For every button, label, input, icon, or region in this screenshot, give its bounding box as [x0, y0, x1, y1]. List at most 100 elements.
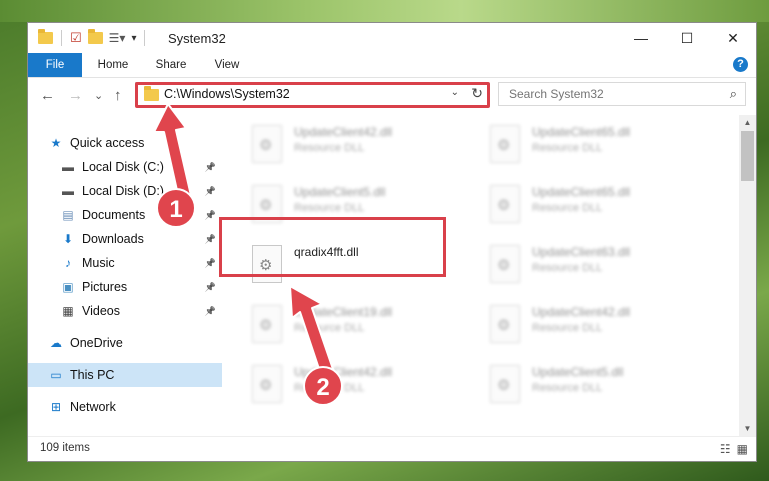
chevron-down-icon[interactable]: ⌄ — [451, 87, 459, 98]
dll-file-icon — [490, 185, 520, 223]
file-type: Resource DLL — [532, 142, 603, 154]
sidebar-item-label: Videos — [82, 304, 120, 318]
sidebar-item[interactable]: ☁ OneDrive — [28, 331, 222, 355]
window-title: System32 — [168, 31, 226, 46]
back-arrow-icon[interactable]: ← — [40, 87, 55, 104]
file-item[interactable]: UpdateClient5.dll Resource DLL — [244, 181, 454, 231]
sidebar-item-label: Pictures — [82, 280, 128, 294]
dll-file-icon — [252, 185, 282, 223]
dll-file-icon — [490, 305, 520, 343]
divider — [61, 30, 62, 46]
search-input[interactable] — [507, 86, 711, 102]
search-box[interactable]: ⌕ — [498, 82, 746, 106]
file-type: Resource DLL — [532, 382, 603, 394]
search-icon[interactable]: ⌕ — [730, 86, 737, 102]
sidebar-item[interactable]: ▣ Pictures 📌 — [28, 275, 222, 299]
sidebar-item[interactable]: ⊞ Network — [28, 395, 222, 419]
pin-icon[interactable]: 📌 — [205, 258, 216, 269]
sidebar-item-label: Local Disk (C:) — [82, 160, 164, 174]
address-bar[interactable]: C:\Windows\System32 ⌄ ↻ — [135, 82, 488, 106]
computer-icon: ▭ — [50, 368, 62, 382]
navigation-bar: ← → ⌄ ↑ C:\Windows\System32 ⌄ ↻ ⌕ — [28, 78, 756, 114]
sidebar-item[interactable]: ▭ This PC — [28, 363, 222, 387]
dll-file-icon — [252, 125, 282, 163]
close-button[interactable]: ✕ — [710, 23, 756, 53]
dll-file-icon — [490, 245, 520, 283]
video-icon: ▦ — [62, 304, 74, 318]
file-item[interactable]: UpdateClient65.dll Resource DLL — [482, 181, 692, 231]
pin-icon[interactable]: 📌 — [205, 306, 216, 317]
file-type: Resource DLL — [294, 202, 365, 214]
sidebar-item-label: OneDrive — [70, 336, 123, 350]
dll-file-icon — [490, 125, 520, 163]
file-item[interactable]: UpdateClient19.dll Resource DLL — [244, 301, 454, 351]
divider — [144, 30, 146, 46]
recent-locations-icon[interactable]: ⌄ — [94, 89, 103, 102]
scroll-up-icon[interactable]: ▲ — [739, 115, 756, 131]
pin-icon[interactable]: 📌 — [205, 210, 216, 221]
callout-badge-2: 2 — [303, 366, 343, 406]
tab-file[interactable]: File — [28, 53, 82, 77]
pin-icon[interactable]: 📌 — [205, 162, 216, 173]
file-item[interactable]: UpdateClient42.dllResource DLL — [482, 301, 692, 351]
sidebar-item[interactable]: ⬇ Downloads 📌 — [28, 227, 222, 251]
pin-icon[interactable]: 📌 — [205, 282, 216, 293]
large-icons-view-icon[interactable]: ▦ — [737, 442, 748, 456]
drive-icon: ▬ — [62, 184, 74, 198]
star-icon: ★ — [50, 136, 62, 150]
file-item[interactable]: UpdateClient42.dllResource DLL — [244, 361, 454, 411]
sidebar-item[interactable]: ▬ Local Disk (C:) 📌 — [28, 155, 222, 179]
sidebar-item[interactable]: ★ Quick access — [28, 131, 222, 155]
dll-file-icon — [252, 305, 282, 343]
customize-toolbar-icon[interactable]: ☰▾ — [109, 31, 126, 45]
scroll-thumb[interactable] — [741, 131, 754, 181]
navigation-pane: ★ Quick access ▬ Local Disk (C:) 📌 ▬ Local Dis… — [28, 115, 222, 433]
file-name: UpdateClient65.dll — [532, 125, 631, 139]
tab-view[interactable]: View — [204, 53, 250, 77]
pin-icon[interactable]: 📌 — [205, 186, 216, 197]
document-icon: ▤ — [62, 208, 74, 222]
file-name: UpdateClient65.dll — [532, 185, 631, 199]
desktop-background — [0, 0, 769, 22]
file-item[interactable]: UpdateClient42.dll Resource DLL — [244, 121, 454, 171]
maximize-button[interactable]: ☐ — [664, 23, 710, 53]
sidebar-item-label: Music — [82, 256, 115, 270]
new-folder-icon[interactable] — [87, 29, 103, 44]
tab-share[interactable]: Share — [148, 53, 194, 77]
details-view-icon[interactable]: ☷ — [720, 442, 731, 456]
sidebar-item-label: Network — [70, 400, 116, 414]
sidebar-item[interactable]: ▦ Videos 📌 — [28, 299, 222, 323]
quick-access-toolbar: ☑ ☰▾ ▾ — [38, 29, 147, 46]
minimize-button[interactable]: — — [618, 23, 664, 53]
vertical-scrollbar[interactable]: ▲ ▼ — [739, 115, 756, 437]
network-icon: ⊞ — [50, 400, 62, 414]
properties-icon[interactable]: ☑ — [70, 30, 82, 46]
file-item[interactable]: UpdateClient5.dll Resource DLL — [482, 361, 692, 411]
file-name: UpdateClient42.dll — [532, 305, 631, 319]
forward-arrow-icon[interactable]: → — [68, 87, 83, 104]
window-controls: — ☐ ✕ — [618, 23, 756, 53]
sidebar-item-label: Documents — [82, 208, 146, 222]
file-item-target[interactable]: qradix4fft.dll — [244, 241, 454, 291]
address-path[interactable]: C:\Windows\System32 — [164, 87, 290, 101]
item-count: 109 items — [40, 442, 90, 454]
picture-icon: ▣ — [62, 280, 74, 294]
up-arrow-icon[interactable]: ↑ — [114, 87, 122, 104]
title-bar: ☑ ☰▾ ▾ System32 — ☐ ✕ — [28, 23, 756, 53]
callout-badge-1: 1 — [156, 188, 196, 228]
file-name: UpdateClient42.dll — [294, 125, 393, 139]
tab-home[interactable]: Home — [90, 53, 136, 77]
help-icon[interactable]: ? — [733, 57, 748, 72]
file-type: Resource DLL — [294, 142, 365, 154]
file-type: Resource DLL — [532, 202, 603, 214]
refresh-icon[interactable]: ↻ — [471, 85, 483, 102]
file-name: UpdateClient5.dll — [294, 185, 386, 199]
pin-icon[interactable]: 📌 — [205, 234, 216, 245]
file-item[interactable]: UpdateClient63.dll Resource DLL — [482, 241, 692, 291]
scroll-down-icon[interactable]: ▼ — [739, 421, 756, 437]
sidebar-item[interactable]: ♪ Music 📌 — [28, 251, 222, 275]
dll-file-icon — [252, 365, 282, 403]
toolbar-dropdown-icon[interactable]: ▾ — [131, 33, 136, 44]
file-item[interactable]: UpdateClient65.dll Resource DLL — [482, 121, 692, 171]
sidebar-item-label: This PC — [70, 368, 115, 382]
